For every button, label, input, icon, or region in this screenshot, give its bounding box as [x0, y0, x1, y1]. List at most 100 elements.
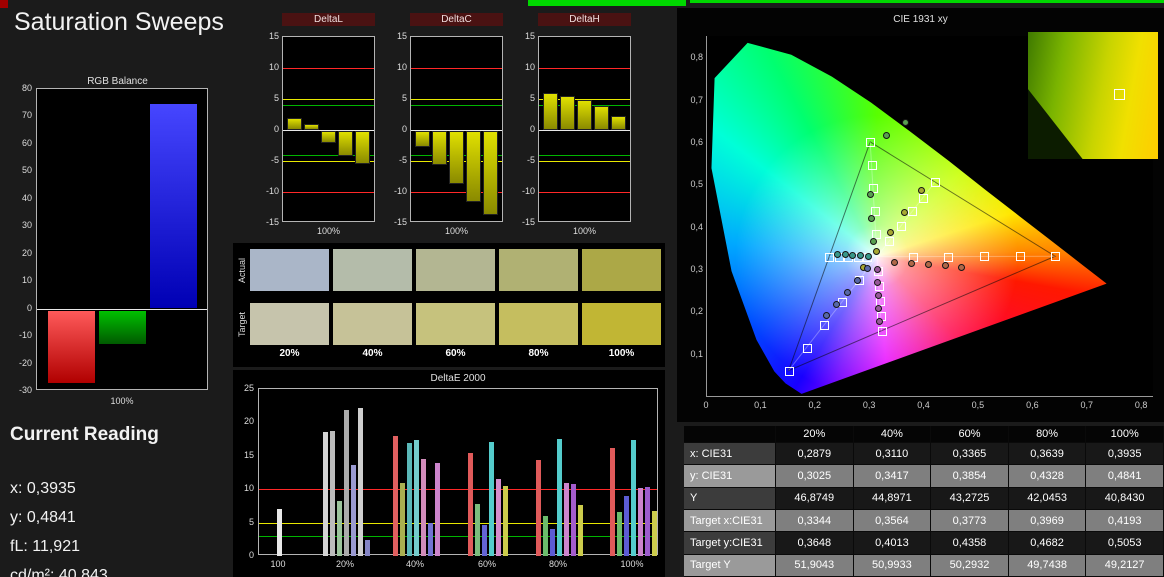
deltae-bar: [276, 509, 282, 556]
reading-line: fL: 11,921: [10, 538, 80, 555]
rgb-balance-plot: [36, 88, 208, 390]
delta-y-tick-label: 0: [273, 124, 279, 134]
table-value-cell: 0,5053: [1086, 532, 1164, 555]
rgb-y-tick-label: 10: [21, 275, 32, 286]
table-row-label: Target Y: [684, 554, 776, 577]
deltae-bar: [427, 522, 433, 556]
delta-ref-line: [539, 68, 630, 69]
delta-h-x-label: 100%: [572, 226, 597, 236]
table-value-cell: 0,3969: [1008, 509, 1087, 533]
measured-point: [958, 263, 966, 271]
swatch-col-label: 100%: [608, 348, 635, 359]
delta-y-tick-label: 0: [529, 124, 535, 134]
results-table: 20% 40% 60% 80% 100% x: CIE31 0,2879 0,3110 0,33…: [684, 426, 1164, 577]
table-column-header: 60%: [931, 426, 1009, 443]
table-row: x: CIE31 0,2879 0,3110 0,3365 0,3639 0,3935: [684, 443, 1164, 466]
table-value-cell: 0,3648: [776, 532, 854, 555]
swatch-actual-20%: [250, 249, 329, 291]
rgb-x-label: 100%: [110, 396, 134, 406]
delta-bar: [466, 131, 481, 203]
table-value-cell: 0,3344: [776, 509, 854, 533]
table-value-cell: 0,3639: [1008, 443, 1087, 466]
table-value-cell: 50,2932: [931, 554, 1009, 577]
table-value-cell: 0,3564: [853, 509, 932, 533]
target-square: [884, 237, 894, 247]
table-row: Target Y 51,9043 50,9933 50,2932 49,7438 49,2…: [684, 554, 1164, 577]
measured-point: [872, 247, 880, 255]
reading-line: y: 0,4841: [10, 509, 76, 526]
rgb-y-tick-label: 50: [21, 165, 32, 176]
swatch-target-60%: [416, 303, 495, 345]
cie-x-tick-label: 0,2: [808, 400, 822, 410]
table-value-cell: 0,3110: [853, 443, 932, 466]
delta-bar: [577, 100, 592, 130]
target-square: [867, 160, 877, 170]
measured-point: [868, 214, 876, 222]
target-square: [1015, 252, 1025, 262]
deltae-bar: [482, 525, 487, 556]
table-corner-cell: [684, 426, 776, 443]
cie-y-tick-label: 0,1: [690, 348, 703, 359]
delta-e-plot: [258, 388, 658, 556]
delta-y-tick-label: 5: [273, 93, 279, 103]
deltae-bar: [392, 435, 398, 556]
cie-x-tick-label: 0,7: [1080, 400, 1093, 410]
delta-e-title: DeltaE 2000: [430, 373, 486, 384]
delta-bar: [543, 92, 558, 130]
deltae-ref-line: [259, 535, 657, 537]
deltae-group-label: 40%: [405, 559, 424, 569]
deltae-bar: [577, 505, 583, 556]
delta-l-title: DeltaL: [282, 13, 375, 26]
deltae-ref-line: [259, 522, 657, 524]
delta-ref-line: [411, 99, 502, 100]
deltae-bar: [329, 431, 335, 556]
swatch-actual-40%: [333, 249, 412, 291]
cie-y-tick-label: 0,5: [690, 179, 703, 190]
table-row-label: Target y:CIE31: [684, 532, 776, 555]
rgb-y-tick-label: -10: [18, 330, 32, 341]
swatch-row-label-actual: Actual: [237, 257, 247, 283]
table-value-cell: 50,9933: [853, 554, 932, 577]
target-square: [825, 252, 835, 262]
delta-bar: [594, 106, 609, 130]
deltae-bar: [336, 501, 342, 556]
rgb-balance-title: RGB Balance: [87, 76, 148, 87]
delta-ref-line: [539, 161, 630, 162]
cie-y-tick-label: 0,4: [690, 221, 703, 232]
measured-point: [854, 276, 862, 284]
rgb-y-tick-label: 70: [21, 110, 32, 121]
delta-ref-line: [283, 192, 374, 193]
deltae-bar: [434, 463, 440, 556]
cie-y-tick-label: 0,3: [690, 263, 703, 274]
swatch-col-label: 80%: [528, 348, 549, 359]
swatch-target-20%: [250, 303, 329, 345]
rgb-y-tick-label: -30: [18, 385, 32, 395]
rgb-y-tick-label: 80: [21, 83, 32, 93]
target-square: [918, 193, 928, 203]
sweep-line: [788, 256, 878, 371]
delta-ref-line: [411, 68, 502, 69]
deltae-bar: [357, 407, 363, 556]
delta-y-tick-label: -10: [393, 186, 407, 196]
deltae-bar: [468, 453, 473, 556]
deltae-y-tick-label: 5: [248, 516, 254, 527]
measured-point: [873, 265, 881, 273]
table-value-cell: 44,8971: [853, 487, 932, 510]
deltae-bar: [475, 503, 480, 556]
deltae-y-tick-label: 15: [243, 449, 254, 460]
deltae-bar: [420, 459, 426, 556]
swatch-actual-80%: [499, 249, 578, 291]
measured-point: [843, 288, 851, 296]
delta-y-tick-label: -5: [526, 155, 535, 165]
table-value-cell: 0,3854: [931, 465, 1009, 488]
table-row-label: Target x:CIE31: [684, 509, 776, 533]
deltae-ref-line: [259, 489, 657, 491]
rgb-bar-green: [98, 309, 147, 346]
target-square: [802, 343, 812, 353]
rgb-bar-red: [47, 309, 96, 384]
delta-y-tick-label: -10: [265, 186, 279, 196]
measured-point: [875, 317, 883, 325]
current-reading-panel: Current Reading x: 0,3935 y: 0,4841 fL: 11…: [10, 424, 225, 577]
delta-y-tick-label: 15: [396, 31, 407, 41]
delta-y-tick-label: 10: [396, 62, 407, 72]
